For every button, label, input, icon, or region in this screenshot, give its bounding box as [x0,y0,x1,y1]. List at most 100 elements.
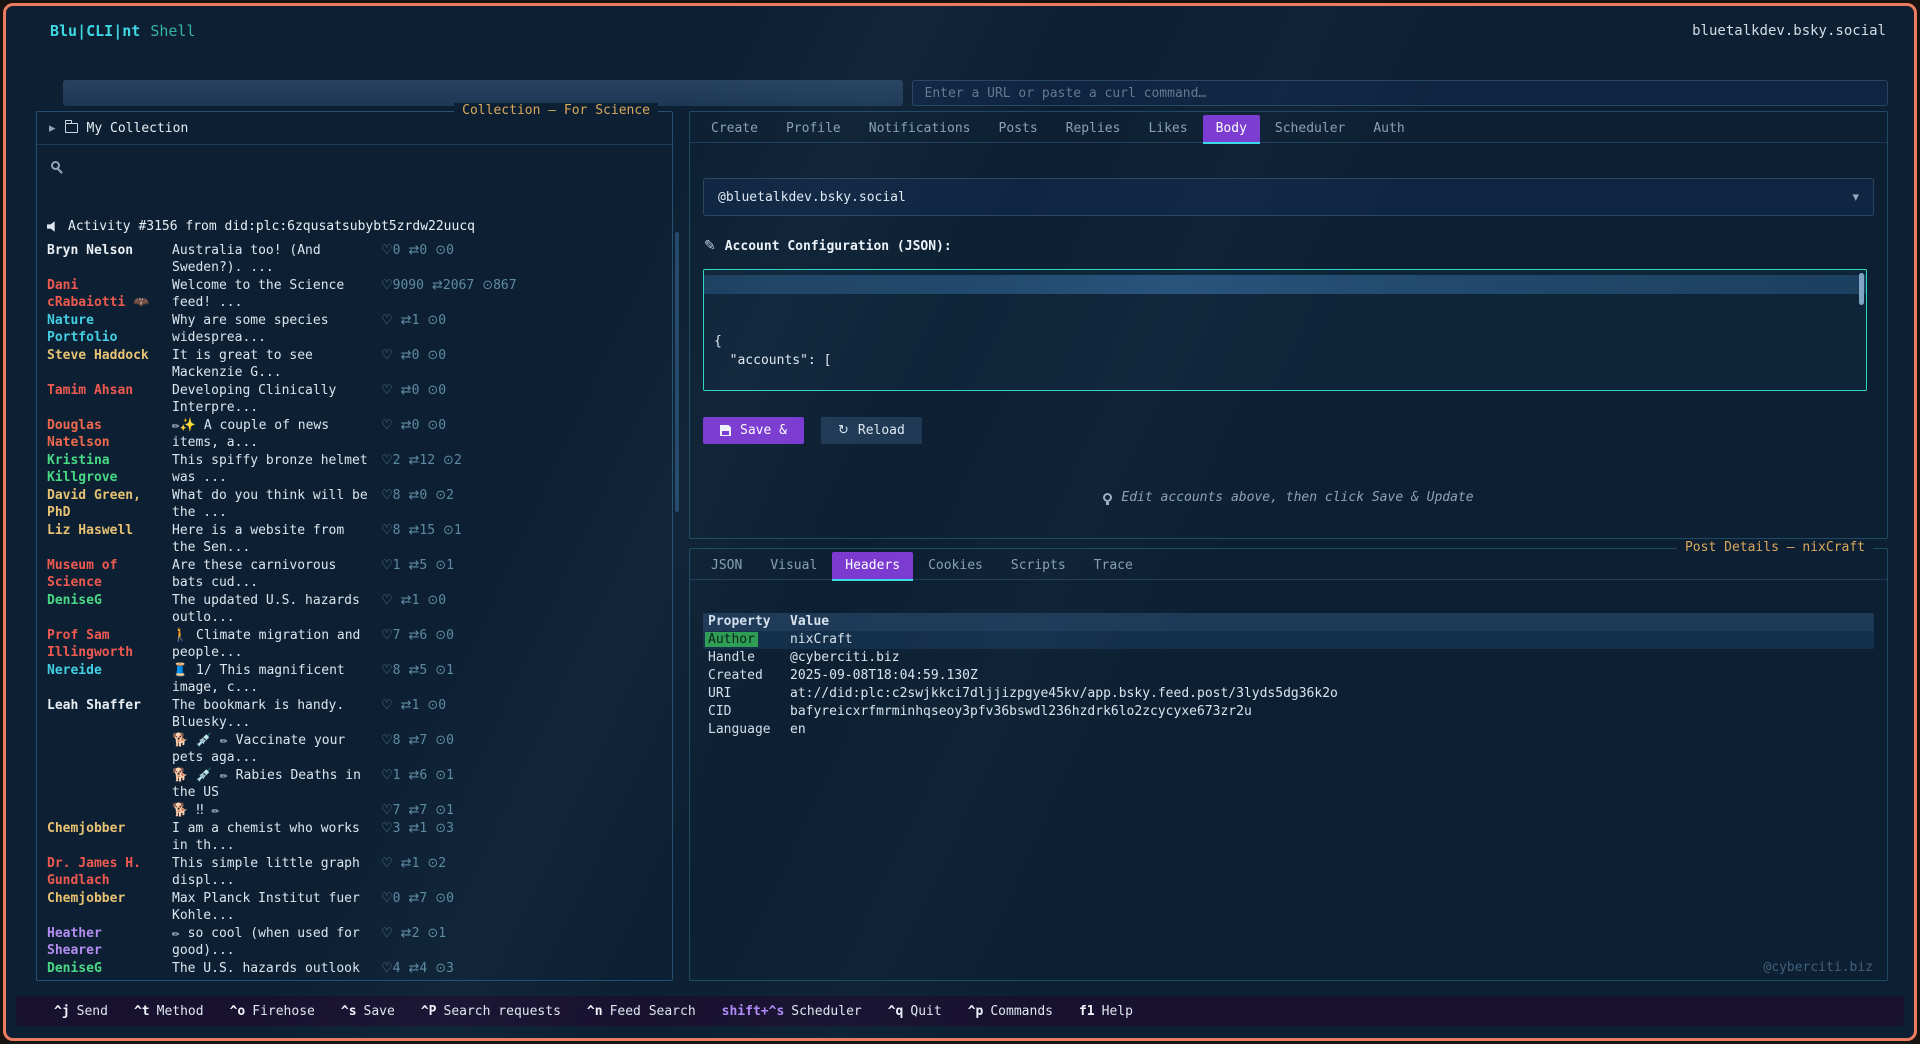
reply-icon: ⊙ [427,383,438,398]
statusbar-shortcut[interactable]: ^t Method [134,1004,204,1019]
table-row[interactable]: Language en [703,721,1874,739]
tab-replies[interactable]: Replies [1053,115,1134,142]
repost-icon: ⇄ [401,698,412,713]
feed-post-row[interactable]: Chemjobber I am a chemist who works in t… [47,819,664,854]
like-icon: ♡ [381,488,393,503]
feed-post-row[interactable]: Douglas Natelson ✏✨ A couple of news ite… [47,416,664,451]
post-author: DeniseG [47,592,160,626]
statusbar-shortcut[interactable]: ^p Commands [968,1004,1053,1019]
feed-post-row[interactable]: DeniseG The updated U.S. hazards outlo..… [47,591,664,626]
feed-post-row[interactable]: Kristina Killgrove This spiffy bronze he… [47,451,664,486]
table-row[interactable]: Handle @cyberciti.biz [703,649,1874,667]
repost-icon: ⇄ [401,593,412,608]
repost-icon: ⇄ [408,733,419,748]
table-row[interactable]: Created 2025-09-08T18:04:59.130Z [703,667,1874,685]
feed-post-row[interactable]: Bryn Nelson Australia too! (And Sweden?)… [47,241,664,276]
editor-scrollbar[interactable] [1859,273,1864,305]
url-bar: Enter a URL or paste a curl command… [63,80,1888,106]
property-value: at://did:plc:c2swjkkci7dljjizpgye45kv/ap… [790,685,1869,703]
tab-json[interactable]: JSON [698,552,755,579]
statusbar-shortcut[interactable]: shift+^s Scheduler [722,1004,862,1019]
feed-activity-header: Activity #3156 from did:plc:6zqusatsubyb… [47,219,664,234]
feed-post-row[interactable]: Prof Sam Illingworth 🚶 Climate migration… [47,626,664,661]
tab-cookies[interactable]: Cookies [915,552,996,579]
feed-post-row[interactable]: Leah Shaffer The bookmark is handy. Blue… [47,696,664,731]
post-author: Museum of Science [47,557,160,591]
feed-post-row[interactable]: 🐕 💉 ✏ Rabies Deaths in the US ♡1⇄6⊙1 [47,766,664,801]
reply-icon: ⊙ [435,803,446,818]
feed-post-row[interactable]: Steve Haddock It is great to see Mackenz… [47,346,664,381]
like-icon: ♡ [381,558,393,573]
post-stats: ♡⇄1⊙0 [381,592,467,626]
tab-profile[interactable]: Profile [773,115,854,142]
config-editor[interactable]: { "accounts": [ [703,269,1867,391]
feed-post-row[interactable]: Dani cRabaiotti 🦇 Welcome to the Science… [47,276,664,311]
session-account: bluetalkdev.bsky.social [1692,23,1886,39]
feed-post-row[interactable]: Museum of Science Are these carnivorous … [47,556,664,591]
like-icon: ♡ [381,961,393,976]
table-row[interactable]: URI at://did:plc:c2swjkkci7dljjizpgye45k… [703,685,1874,703]
feed-post-row[interactable]: Chemjobber Max Planck Institut fuer Kohl… [47,889,664,924]
tab-notifications[interactable]: Notifications [856,115,984,142]
like-icon: ♡ [381,768,393,783]
post-stats: ♡8⇄5⊙1 [381,662,467,696]
feed-post-row[interactable]: Nereide 🧵 1/ This magnificent image, c..… [47,661,664,696]
post-author: Prof Sam Illingworth [47,627,160,661]
post-author: DeniseG [47,960,160,980]
tab-posts[interactable]: Posts [986,115,1051,142]
tab-visual[interactable]: Visual [757,552,830,579]
table-row[interactable]: CID bafyreicxrfmrminhqseoy3pfv36bswdl236… [703,703,1874,721]
feed-post-row[interactable]: Nature Portfolio Why are some species wi… [47,311,664,346]
feed-post-row[interactable]: 🐕 ‼ ✏ ♡7⇄7⊙1 [47,801,664,819]
property-value: 2025-09-08T18:04:59.130Z [790,667,1869,685]
reply-icon: ⊙ [435,768,446,783]
url-input[interactable]: Enter a URL or paste a curl command… [912,80,1889,106]
statusbar-shortcut[interactable]: ^s Save [341,1004,395,1019]
property-name: Author [705,632,758,647]
post-author: Leah Shaffer [47,697,160,731]
statusbar-shortcut[interactable]: ^o Firehose [230,1004,315,1019]
like-icon: ♡ [381,243,393,258]
repost-icon: ⇄ [408,628,419,643]
tab-scheduler[interactable]: Scheduler [1262,115,1358,142]
feed-scrollbar[interactable] [675,232,679,512]
statusbar-shortcut[interactable]: ^P Search requests [421,1004,561,1019]
save-button[interactable]: Save & [703,417,804,444]
post-stats: ♡⇄1⊙0 [381,312,467,346]
feed-post-row[interactable]: DeniseG The U.S. hazards outlook shows..… [47,959,664,979]
table-row[interactable]: Author nixCraft [703,631,1874,649]
post-text: It is great to see Mackenzie G... [172,347,369,381]
tab-trace[interactable]: Trace [1081,552,1146,579]
reply-icon: ⊙ [443,453,454,468]
feed-post-row[interactable]: Tamim Ahsan Developing Clinically Interp… [47,381,664,416]
feed-post-row[interactable]: Dr. James H. Gundlach This simple little… [47,854,664,889]
statusbar-shortcut[interactable]: ^j Send [54,1004,108,1019]
tab-likes[interactable]: Likes [1135,115,1200,142]
repost-icon: ⇄ [408,558,419,573]
feed-post-row[interactable]: Liz Haswell Here is a website from the S… [47,521,664,556]
statusbar-shortcut[interactable]: f1 Help [1079,1004,1133,1019]
editor-lines: { "accounts": [ [714,275,1856,370]
post-author: Heather Shearer [47,925,160,959]
reload-button[interactable]: ↻ Reload [821,417,922,444]
reload-icon: ↻ [838,423,849,438]
titlebar: Blu|CLI|ntShell bluetalkdev.bsky.social [50,22,1886,40]
post-stats: ♡0⇄0⊙0 [381,242,467,276]
statusbar-shortcut[interactable]: ^n Feed Search [587,1004,696,1019]
tab-scripts[interactable]: Scripts [998,552,1079,579]
statusbar-shortcut[interactable]: ^q Quit [888,1004,942,1019]
property-name: URI [708,686,731,701]
shortcut-label: Firehose [252,1004,315,1019]
tab-body[interactable]: Body [1203,115,1260,142]
tab-headers[interactable]: Headers [832,552,913,579]
feed-post-row[interactable]: Heather Shearer ✏ so cool (when used for… [47,924,664,959]
request-tabs: CreateProfileNotificationsPostsRepliesLi… [690,112,1887,143]
feed-post-row[interactable]: 🐕 💉 ✏ Vaccinate your pets aga... ♡8⇄7⊙0 [47,731,664,766]
account-select[interactable]: @bluetalkdev.bsky.social ▾ [703,178,1874,216]
tab-auth[interactable]: Auth [1360,115,1417,142]
tab-create[interactable]: Create [698,115,771,142]
feed-post-row[interactable]: David Green, PhD What do you think will … [47,486,664,521]
reply-icon: ⊙ [427,593,438,608]
collection-search[interactable] [37,145,672,185]
folder-icon [65,123,78,133]
